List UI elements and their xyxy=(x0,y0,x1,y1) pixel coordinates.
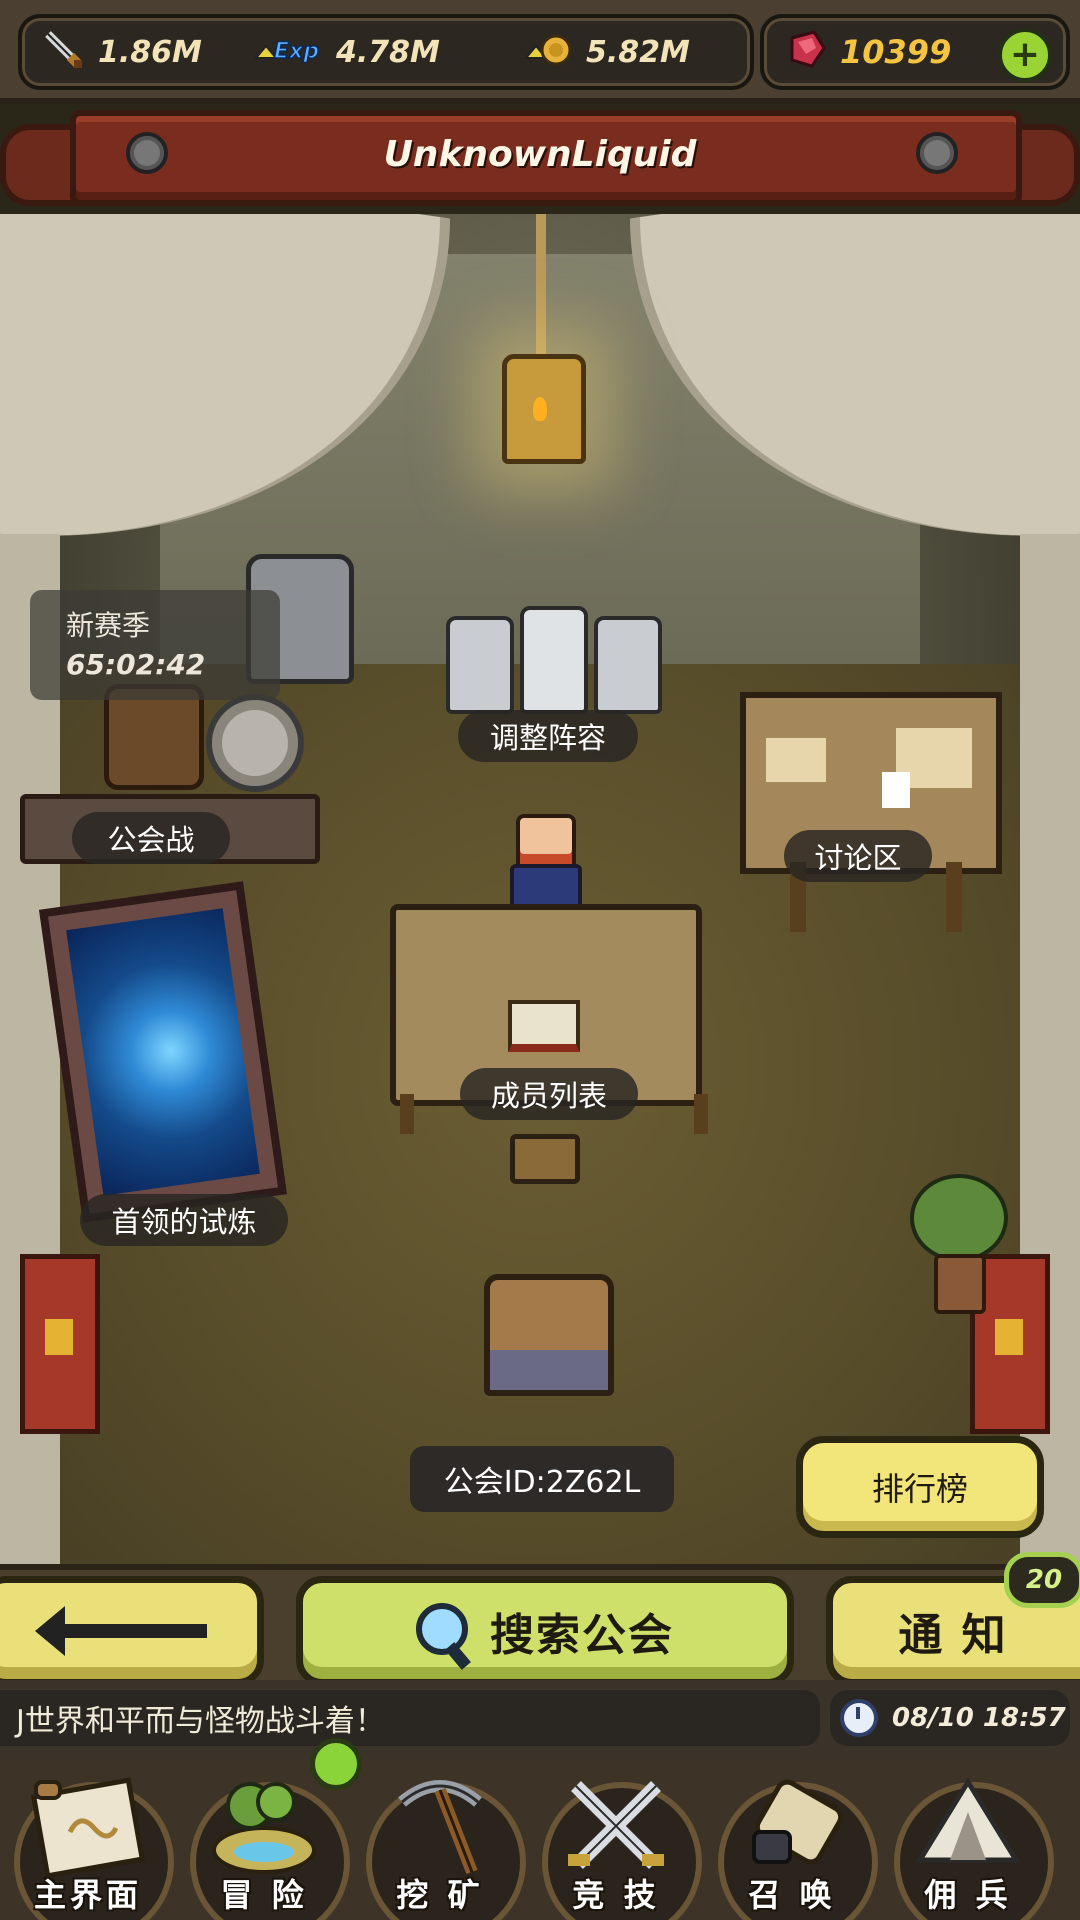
ticker-bar: J世界和平而与怪物战斗着！ 08/10 18:57 xyxy=(0,1680,1080,1760)
tent-icon xyxy=(910,1772,1026,1882)
note-icon xyxy=(882,772,910,808)
magnifier-icon xyxy=(416,1603,472,1670)
crossed-swords-icon xyxy=(558,1772,674,1882)
nav-summon[interactable]: 召 唤 xyxy=(704,1760,880,1920)
ruby-gem-icon xyxy=(784,28,828,76)
guild-id-display: 公会ID:2Z62L xyxy=(410,1446,674,1512)
exp-up-icon: Exp xyxy=(253,28,324,76)
gem-panel: 10399 + xyxy=(760,14,1070,90)
nav-arena[interactable]: 竞 技 xyxy=(528,1760,704,1920)
attack-value: 1.86M xyxy=(98,34,202,70)
notification-count-badge: 20 xyxy=(1004,1552,1080,1608)
action-controls: 搜索公会 通 知 xyxy=(0,1564,1080,1686)
guild-war-label[interactable]: 公会战 xyxy=(72,812,230,864)
note-icon xyxy=(766,738,826,782)
summon-scroll-icon xyxy=(734,1772,850,1882)
nav-mercenary-label: 佣 兵 xyxy=(924,1876,1012,1914)
guild-name-banner: UnknownLiquid xyxy=(0,104,1080,214)
sword-icon xyxy=(42,28,86,76)
exp-value: 4.78M xyxy=(336,34,440,70)
clock-box: 08/10 18:57 xyxy=(830,1690,1070,1746)
treasure-chest-icon[interactable] xyxy=(484,1274,614,1396)
guild-name: UnknownLiquid xyxy=(383,134,697,175)
discussion-label[interactable]: 讨论区 xyxy=(784,830,932,882)
adjust-lineup-label[interactable]: 调整阵容 xyxy=(458,710,638,762)
knight-icon xyxy=(446,616,514,714)
notification-label: 通 知 xyxy=(898,1610,1008,1661)
season-title: 新赛季 xyxy=(66,609,151,642)
shield-icon xyxy=(206,694,304,792)
portal-swirl-icon xyxy=(66,908,260,1196)
lantern-icon xyxy=(502,354,586,464)
clock-icon xyxy=(840,1699,878,1737)
news-ticker: J世界和平而与怪物战斗着！ xyxy=(0,1690,820,1746)
guild-master-avatar xyxy=(510,814,582,912)
knight-icon xyxy=(520,606,588,714)
lineup-knights[interactable] xyxy=(440,606,662,716)
ranking-button[interactable]: 排行榜 xyxy=(796,1436,1044,1538)
attack-resource: 1.86M xyxy=(42,18,202,86)
new-season-panel: 新赛季 65:02:42 xyxy=(30,590,280,700)
scroll-map-icon xyxy=(30,1772,146,1882)
arrow-left-icon xyxy=(35,1606,207,1656)
boss-trial-portal[interactable] xyxy=(39,881,287,1223)
gem-resource: 10399 xyxy=(784,18,951,86)
season-timer: 65:02:42 xyxy=(66,648,206,681)
gold-resource: 5.82M xyxy=(523,18,690,86)
gold-up-icon xyxy=(523,28,574,76)
resource-bar: 1.86M Exp 4.78M 5.82M 10399 + xyxy=(0,0,1080,104)
member-list-label[interactable]: 成员列表 xyxy=(460,1068,638,1120)
adventure-alert-dot xyxy=(310,1738,362,1790)
lantern-rope xyxy=(536,214,546,354)
gold-value: 5.82M xyxy=(586,34,690,70)
potted-plant-icon xyxy=(910,1174,1008,1314)
bottom-navigation: 主界面 冒 险 挖 矿 竞 技 召 唤 佣 兵 xyxy=(0,1760,1080,1920)
current-time: 08/10 18:57 xyxy=(892,1703,1066,1733)
nav-mining[interactable]: 挖 矿 xyxy=(352,1760,528,1920)
nav-adventure-label: 冒 险 xyxy=(220,1876,308,1914)
guild-war-station[interactable] xyxy=(20,684,320,924)
back-button[interactable] xyxy=(0,1576,264,1686)
svg-text:Exp: Exp xyxy=(274,39,319,64)
knight-icon xyxy=(594,616,662,714)
nav-mining-label: 挖 矿 xyxy=(396,1876,484,1914)
pickaxe-icon xyxy=(382,1772,498,1882)
island-icon xyxy=(206,1772,322,1882)
nav-mercenary[interactable]: 佣 兵 xyxy=(880,1760,1056,1920)
guild-hall-screen: 1.86M Exp 4.78M 5.82M 10399 + UnknownLiq… xyxy=(0,0,1080,1920)
exp-resource: Exp 4.78M xyxy=(253,18,440,86)
nav-main[interactable]: 主界面 xyxy=(0,1760,176,1920)
nav-summon-label: 召 唤 xyxy=(748,1876,836,1914)
search-guild-label: 搜索公会 xyxy=(490,1610,674,1661)
add-gems-button[interactable]: + xyxy=(998,28,1052,82)
currency-panel: 1.86M Exp 4.78M 5.82M xyxy=(18,14,754,90)
stool-icon xyxy=(510,1134,580,1184)
gem-value: 10399 xyxy=(840,33,952,71)
nav-main-label: 主界面 xyxy=(33,1876,142,1914)
search-guild-button[interactable]: 搜索公会 xyxy=(296,1576,794,1686)
boss-trial-label[interactable]: 首领的试炼 xyxy=(80,1194,288,1246)
guild-flag-icon xyxy=(20,1254,100,1434)
open-book-icon xyxy=(508,1000,580,1052)
guild-tent-scene xyxy=(0,214,1080,1564)
nav-arena-label: 竞 技 xyxy=(572,1876,660,1914)
